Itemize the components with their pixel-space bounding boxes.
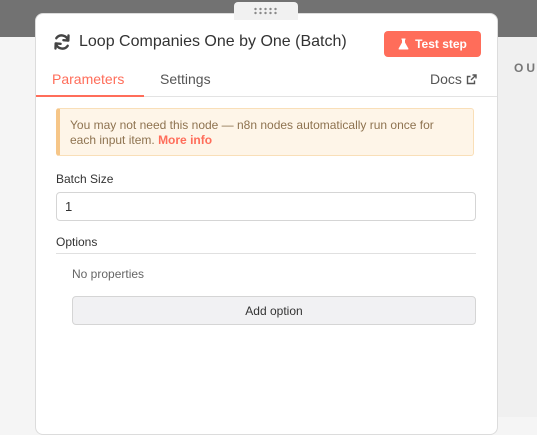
no-properties-text: No properties [72,267,145,281]
output-panel-label: OU [514,61,537,75]
grip-icon [253,7,279,15]
batch-size-input[interactable]: 1 [56,192,476,221]
node-parameters-panel: Loop Companies One by One (Batch) Test s… [35,13,498,435]
tab-settings[interactable]: Settings [160,71,211,87]
test-step-button[interactable]: Test step [384,31,481,57]
more-info-link[interactable]: More info [158,133,212,147]
tab-parameters[interactable]: Parameters [52,71,124,87]
options-divider [56,253,476,254]
node-title[interactable]: Loop Companies One by One (Batch) [79,33,347,51]
node-header: Loop Companies One by One (Batch) [52,32,347,52]
panel-drag-handle[interactable] [234,2,298,20]
external-link-icon [466,73,477,85]
active-tab-indicator [36,95,144,97]
test-step-label: Test step [415,37,467,51]
flask-icon [398,38,409,50]
docs-label: Docs [430,71,462,87]
batch-size-label: Batch Size [56,172,114,186]
docs-link[interactable]: Docs [430,71,477,87]
refresh-icon [52,32,72,52]
notice-banner: You may not need this node — n8n nodes a… [56,108,474,156]
notice-text: You may not need this node — n8n nodes a… [70,118,434,147]
tab-bar: Parameters Settings Docs [36,66,497,97]
add-option-button[interactable]: Add option [72,296,476,325]
options-label: Options [56,235,98,249]
output-panel [496,37,537,417]
